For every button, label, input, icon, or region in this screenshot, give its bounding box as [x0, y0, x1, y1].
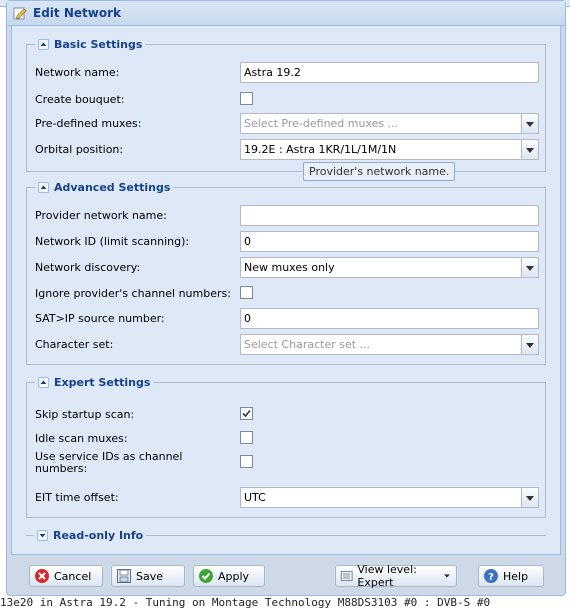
- cancel-icon: [35, 569, 49, 583]
- readonly-info-fieldset: Read-only Info: [26, 528, 546, 554]
- character-set-label: Character set:: [35, 338, 114, 351]
- network-name-label: Network name:: [35, 66, 120, 79]
- form-body: Basic Settings Network name: Astra 19.2 …: [11, 25, 561, 555]
- collapse-icon[interactable]: [38, 38, 49, 50]
- idle-scan-muxes-checkbox[interactable]: [240, 431, 253, 444]
- view-level-button[interactable]: View level: Expert: [335, 563, 457, 589]
- idle-scan-muxes-row: Idle scan muxes:: [35, 428, 541, 450]
- service-ids-label: Use service IDs as channel numbers:: [35, 450, 183, 475]
- network-name-field[interactable]: Astra 19.2: [240, 62, 539, 83]
- expand-icon[interactable]: [37, 529, 48, 541]
- provider-network-name-row: Provider network name:: [35, 205, 541, 227]
- eit-time-offset-input[interactable]: UTC: [240, 487, 522, 508]
- readonly-info-legend[interactable]: Read-only Info: [34, 528, 147, 542]
- chevron-down-icon: [526, 266, 534, 271]
- ignore-channel-numbers-checkbox[interactable]: [240, 286, 253, 299]
- predefined-muxes-input[interactable]: Select Pre-defined muxes ...: [240, 113, 522, 134]
- background-status-line: 13e20 in Astra 19.2 - Tuning on Montage …: [0, 597, 491, 609]
- orbital-position-row: Orbital position: 19.2E : Astra 1KR/1L/1…: [35, 139, 541, 161]
- idle-scan-muxes-label: Idle scan muxes:: [35, 432, 128, 445]
- checkmark-icon: [242, 409, 251, 418]
- skip-startup-scan-checkbox[interactable]: [240, 407, 253, 420]
- network-discovery-label: Network discovery:: [35, 261, 141, 274]
- chevron-down-icon: [526, 343, 534, 348]
- chevron-down-icon: [526, 496, 534, 501]
- svg-text:?: ?: [488, 572, 494, 583]
- eit-time-offset-row: EIT time offset: UTC: [35, 487, 541, 509]
- network-discovery-input[interactable]: New muxes only: [240, 257, 522, 278]
- chevron-down-icon: [526, 148, 534, 153]
- skip-startup-scan-row: Skip startup scan:: [35, 404, 541, 426]
- expert-settings-fieldset: Expert Settings Skip startup scan: Idle …: [26, 375, 546, 518]
- apply-button[interactable]: Apply: [193, 565, 265, 587]
- satip-source-field[interactable]: 0: [240, 308, 539, 329]
- chevron-down-icon: [444, 574, 450, 578]
- provider-name-tooltip: Provider's network name.: [303, 162, 456, 181]
- collapse-icon[interactable]: [38, 181, 49, 193]
- provider-network-name-label: Provider network name:: [35, 209, 167, 222]
- cancel-button[interactable]: Cancel: [29, 565, 103, 587]
- help-icon: ?: [484, 569, 498, 583]
- window-header[interactable]: Edit Network: [7, 1, 565, 26]
- basic-settings-legend[interactable]: Basic Settings: [35, 37, 146, 51]
- network-discovery-dropdown-button[interactable]: [522, 257, 539, 278]
- predefined-muxes-label: Pre-defined muxes:: [35, 117, 142, 130]
- provider-network-name-field[interactable]: [240, 205, 539, 226]
- orbital-position-dropdown-button[interactable]: [522, 139, 539, 160]
- character-set-dropdown-button[interactable]: [522, 334, 539, 355]
- satip-source-label: SAT>IP source number:: [35, 312, 165, 325]
- predefined-muxes-row: Pre-defined muxes: Select Pre-defined mu…: [35, 113, 541, 135]
- orbital-position-combo[interactable]: 19.2E : Astra 1KR/1L/1M/1N: [240, 139, 539, 160]
- predefined-muxes-dropdown-button[interactable]: [522, 113, 539, 134]
- eit-time-offset-dropdown-button[interactable]: [522, 487, 539, 508]
- orbital-position-input[interactable]: 19.2E : Astra 1KR/1L/1M/1N: [240, 139, 522, 160]
- satip-source-row: SAT>IP source number: 0: [35, 308, 541, 330]
- ignore-channel-numbers-row: Ignore provider's channel numbers:: [35, 283, 541, 305]
- save-icon: [117, 569, 131, 583]
- ignore-channel-numbers-label: Ignore provider's channel numbers:: [35, 287, 231, 300]
- network-discovery-row: Network discovery: New muxes only: [35, 257, 541, 279]
- edit-network-window: Edit Network Basic Settings Network name…: [6, 0, 566, 596]
- network-id-field[interactable]: 0: [240, 231, 539, 252]
- network-name-row: Network name: Astra 19.2: [35, 62, 541, 84]
- create-bouquet-row: Create bouquet:: [35, 89, 541, 111]
- service-ids-checkbox[interactable]: [240, 455, 253, 468]
- network-id-label: Network ID (limit scanning):: [35, 235, 190, 248]
- edit-icon: [13, 7, 27, 20]
- expert-settings-legend[interactable]: Expert Settings: [35, 375, 154, 389]
- character-set-input[interactable]: Select Character set ...: [240, 334, 522, 355]
- basic-settings-fieldset: Basic Settings Network name: Astra 19.2 …: [26, 37, 546, 172]
- view-list-icon: [340, 570, 353, 582]
- chevron-down-icon: [526, 122, 534, 127]
- service-ids-row: Use service IDs as channel numbers:: [35, 450, 541, 475]
- collapse-icon[interactable]: [38, 376, 49, 388]
- eit-time-offset-combo[interactable]: UTC: [240, 487, 539, 508]
- advanced-settings-legend[interactable]: Advanced Settings: [35, 180, 174, 194]
- character-set-combo[interactable]: Select Character set ...: [240, 334, 539, 355]
- help-button[interactable]: ? Help: [478, 565, 544, 587]
- apply-check-icon: [199, 569, 213, 583]
- create-bouquet-label: Create bouquet:: [35, 93, 125, 106]
- create-bouquet-checkbox[interactable]: [240, 92, 253, 105]
- character-set-row: Character set: Select Character set ...: [35, 334, 541, 356]
- advanced-settings-fieldset: Advanced Settings Provider network name:…: [26, 180, 546, 365]
- skip-startup-scan-label: Skip startup scan:: [35, 408, 135, 421]
- save-button[interactable]: Save: [111, 565, 185, 587]
- eit-time-offset-label: EIT time offset:: [35, 491, 119, 504]
- network-id-row: Network ID (limit scanning): 0: [35, 231, 541, 253]
- predefined-muxes-combo[interactable]: Select Pre-defined muxes ...: [240, 113, 539, 134]
- network-discovery-combo[interactable]: New muxes only: [240, 257, 539, 278]
- orbital-position-label: Orbital position:: [35, 143, 124, 156]
- window-title: Edit Network: [33, 6, 121, 20]
